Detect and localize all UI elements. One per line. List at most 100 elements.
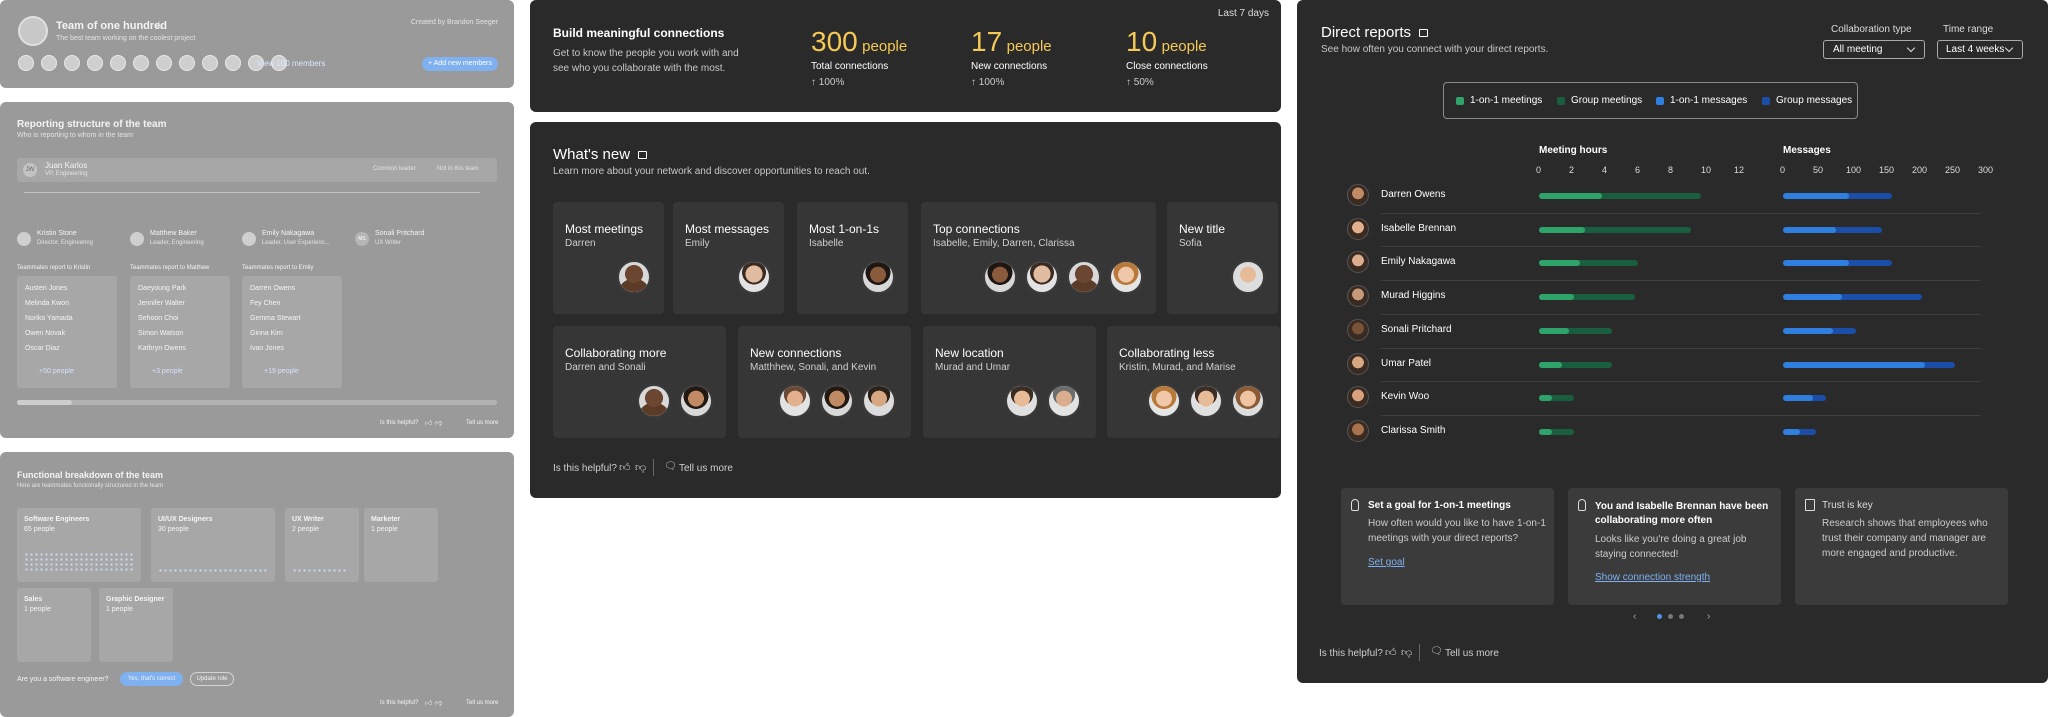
carousel-dot-active[interactable] [1657, 614, 1662, 619]
stat-new: 17 people New connections ↑ 100% [971, 26, 1052, 88]
lightbulb-icon [1578, 499, 1586, 511]
insight-card[interactable]: Collaborating less Kristin, Murad, and M… [1107, 326, 1280, 438]
manager-row: JW Juan Karlos VP, Engineering Common le… [17, 158, 497, 182]
thumbs-down-icon[interactable]: 👎︎ [635, 461, 646, 474]
report-name[interactable]: Sonali Pritchard [1381, 324, 1452, 335]
member-name: Owen Novak [25, 330, 66, 337]
view-members-link[interactable]: View 100 members [257, 59, 325, 68]
report-name[interactable]: Isabelle Brennan [1381, 223, 1456, 234]
star-icon[interactable]: ☆ [154, 19, 164, 32]
report-name[interactable]: Kevin Woo [1381, 391, 1429, 402]
group-count: 30 people [158, 526, 189, 533]
functional-subtitle: Here are teammates functionally structur… [17, 483, 164, 489]
report-name[interactable]: Darren Owens [1381, 189, 1445, 200]
functional-title: Functional breakdown of the team [17, 470, 164, 480]
collab-type-dropdown[interactable]: All meeting [1823, 40, 1925, 59]
one-on-one-messages-bar [1783, 294, 1843, 301]
insight-card[interactable]: Most 1-on-1s Isabelle [797, 202, 908, 314]
report-name[interactable]: Clarissa Smith [1381, 425, 1445, 436]
insight-title: Collaborating more [565, 346, 667, 360]
function-group[interactable]: UX Writer 2 people [285, 508, 359, 582]
function-group[interactable]: Sales 1 people [17, 588, 91, 662]
thumbs-up-icon[interactable]: 👍︎ [619, 461, 631, 474]
tip-title: Set a goal for 1-on-1 meetings [1368, 500, 1511, 511]
carousel-next-icon[interactable]: › [1707, 611, 1710, 622]
insight-title: New title [1179, 222, 1226, 236]
function-group[interactable]: Marketer 1 people [364, 508, 438, 582]
insight-card[interactable]: Most messages Emily [673, 202, 784, 314]
row-divider [1381, 246, 1981, 248]
confirm-role-button[interactable]: Yes, that's correct [120, 672, 183, 686]
thumbs-up-icon[interactable]: 👍︎ [425, 698, 432, 707]
member-name: Ginna Kim [250, 330, 283, 337]
connections-desc: Get to know the people you work with and… [553, 48, 739, 74]
report-name[interactable]: Emily Nakagawa [1381, 256, 1455, 267]
thumbs-down-icon[interactable]: 👎︎ [435, 418, 442, 427]
carousel-prev-icon[interactable]: ‹ [1633, 611, 1636, 622]
function-group[interactable]: UI/UX Designers 30 people [151, 508, 275, 582]
group-name: UI/UX Designers [158, 516, 213, 523]
insight-card[interactable]: Most meetings Darren [553, 202, 664, 314]
more-people-link[interactable]: +3 people [152, 368, 183, 375]
insight-card[interactable]: Collaborating more Darren and Sonali [553, 326, 726, 438]
legend-label: Group messages [1776, 95, 1853, 106]
axis-tick-label: 300 [1978, 165, 1994, 175]
group-count: 65 people [24, 526, 55, 533]
tell-more-link[interactable]: Tell us more [679, 463, 733, 474]
insight-names: Isabelle, Emily, Darren, Clarissa [933, 238, 1075, 249]
functional-card: Functional breakdown of the team Here ar… [0, 452, 514, 717]
report-name[interactable]: Murad Higgins [1381, 290, 1445, 301]
member-name: Fey Chen [250, 300, 281, 307]
function-group[interactable]: Graphic Designer 1 people [99, 588, 173, 662]
axis-tick-label: 6 [1635, 165, 1641, 175]
function-group[interactable]: Software Engineers 65 people [17, 508, 141, 582]
avatar [617, 260, 651, 294]
axis-tick-label: 200 [1912, 165, 1928, 175]
show-connection-strength-link[interactable]: Show connection strength [1595, 572, 1710, 583]
insight-card[interactable]: New title Sofia [1167, 202, 1278, 314]
tip-card: Trust is key Research shows that employe… [1795, 488, 2008, 605]
tell-more-link[interactable]: Tell us more [466, 420, 498, 426]
comment-icon[interactable]: 🗨︎ [664, 461, 677, 472]
thumbs-up-icon[interactable]: 👍︎ [1385, 646, 1397, 659]
avatar [861, 260, 895, 294]
whats-new-card: What's new Learn more about your network… [530, 122, 1281, 498]
report-name[interactable]: Umar Patel [1381, 358, 1431, 369]
thumbs-up-icon[interactable]: 👍︎ [425, 418, 432, 427]
avatar [18, 55, 34, 71]
add-members-button[interactable]: + Add new members [422, 57, 498, 71]
insight-names: Isabelle [809, 238, 844, 249]
period-label: Last 7 days [1217, 8, 1269, 19]
more-people-link[interactable]: +50 people [39, 368, 74, 375]
comment-icon[interactable]: 🗨︎ [1430, 646, 1443, 657]
carousel-dot[interactable] [1679, 614, 1684, 619]
messages-header: Messages [1783, 145, 1831, 156]
insight-names: Matthhew, Sonali, and Kevin [750, 362, 877, 373]
avatar [156, 55, 172, 71]
update-role-button[interactable]: Update role [190, 672, 234, 686]
insight-title: Collaborating less [1119, 346, 1215, 360]
tell-more-link[interactable]: Tell us more [1445, 648, 1499, 659]
thumbs-down-icon[interactable]: 👎︎ [1401, 646, 1412, 659]
time-range-dropdown[interactable]: Last 4 weeks [1937, 40, 2023, 59]
helpful-text: Is this helpful? [380, 420, 419, 426]
more-people-link[interactable]: +19 people [264, 368, 299, 375]
avatar [110, 55, 126, 71]
set-goal-link[interactable]: Set goal [1368, 557, 1405, 568]
leader-name: Kristin Stone [37, 230, 77, 237]
insight-card[interactable]: New connections Matthhew, Sonali, and Ke… [738, 326, 911, 438]
tell-more-link[interactable]: Tell us more [466, 700, 498, 706]
horizontal-scrollbar[interactable] [17, 400, 497, 405]
reporting-subtitle: Who is reporting to whom in the team [17, 132, 133, 139]
one-on-one-meetings-bar [1539, 395, 1553, 402]
legend-label: 1-on-1 meetings [1470, 95, 1543, 106]
axis-tick-label: 10 [1701, 165, 1712, 175]
member-name: Kathryn Owens [138, 345, 186, 352]
stat-unit: people [1161, 38, 1207, 55]
insight-card[interactable]: New location Murad and Umar [923, 326, 1096, 438]
thumbs-down-icon[interactable]: 👎︎ [435, 698, 442, 707]
lock-icon [638, 151, 648, 159]
carousel-dot[interactable] [1668, 614, 1673, 619]
meeting-hours-header: Meeting hours [1539, 145, 1608, 156]
insight-card[interactable]: Top connections Isabelle, Emily, Darren,… [921, 202, 1156, 314]
